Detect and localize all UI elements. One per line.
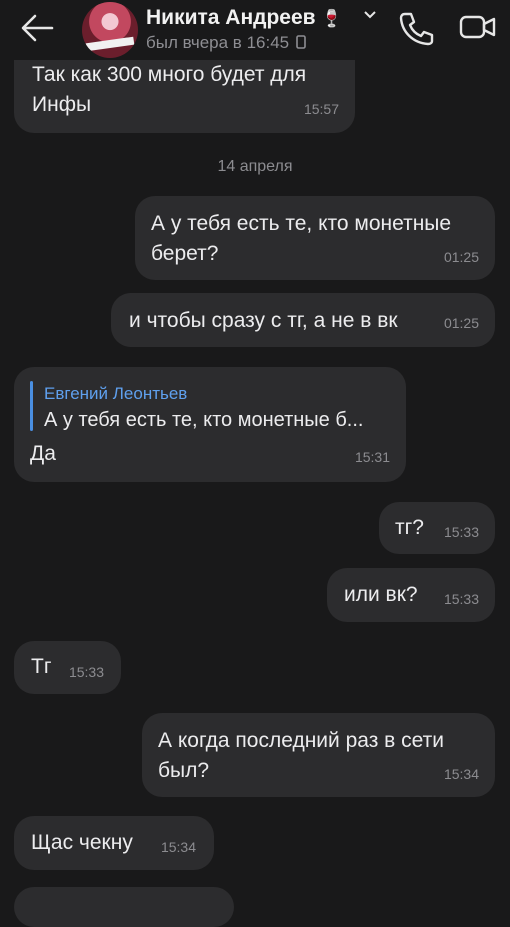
- message-text: Да: [30, 442, 56, 465]
- message-time: 15:34: [160, 839, 196, 855]
- message-text: Так как 300 много будет для Инфы: [32, 63, 307, 116]
- message-incoming-reply[interactable]: Евгений Леонтьев А у тебя есть те, кто м…: [14, 367, 406, 482]
- reply-quote[interactable]: А у тебя есть те, кто монетные б...: [44, 405, 363, 435]
- contact-name[interactable]: Никита Андреев 🍷: [146, 6, 343, 30]
- message-list[interactable]: Так как 300 много будет для Инфы 15:57 1…: [0, 40, 510, 927]
- message-incoming[interactable]: Щас чекну 15:34: [14, 816, 214, 870]
- chevron-down-icon[interactable]: [363, 10, 377, 20]
- message-outgoing[interactable]: А когда последний раз в сети был? 15:34: [142, 713, 495, 797]
- message-outgoing[interactable]: А у тебя есть те, кто монетные берет? 01…: [135, 196, 495, 280]
- message-incoming[interactable]: [14, 887, 234, 927]
- message-time: 15:57: [303, 101, 339, 117]
- message-time: 01:25: [443, 249, 479, 265]
- message-time: 15:33: [68, 664, 104, 680]
- message-text: или вк?: [344, 583, 418, 606]
- last-seen-status: был вчера в 16:45: [146, 33, 306, 53]
- message-time: 15:31: [354, 449, 390, 465]
- back-arrow-icon[interactable]: [20, 13, 54, 43]
- message-outgoing[interactable]: и чтобы сразу с тг, а не в вк 01:25: [111, 293, 495, 347]
- chat-header: Никита Андреев 🍷 был вчера в 16:45: [0, 0, 510, 60]
- message-outgoing[interactable]: тг? 15:33: [379, 502, 495, 554]
- message-text: Тг: [31, 655, 52, 678]
- phone-device-icon: [296, 35, 306, 49]
- wine-emoji: 🍷: [321, 9, 343, 28]
- message-text: тг?: [395, 516, 424, 539]
- reply-bar: [30, 381, 33, 431]
- avatar[interactable]: [82, 2, 138, 58]
- message-time: 15:33: [443, 524, 479, 540]
- message-time: 15:33: [443, 591, 479, 607]
- message-outgoing[interactable]: или вк? 15:33: [327, 568, 495, 622]
- message-text: А у тебя есть те, кто монетные берет?: [151, 212, 452, 265]
- video-camera-icon[interactable]: [458, 12, 498, 42]
- date-divider: 14 апреля: [217, 158, 293, 175]
- message-time: 15:34: [443, 766, 479, 782]
- message-text: Щас чекну: [31, 831, 133, 854]
- message-text: А когда последний раз в сети был?: [158, 729, 445, 782]
- message-text: и чтобы сразу с тг, а не в вк: [129, 309, 398, 332]
- phone-icon[interactable]: [396, 10, 436, 48]
- message-incoming[interactable]: Тг 15:33: [14, 641, 121, 694]
- message-time: 01:25: [443, 315, 479, 331]
